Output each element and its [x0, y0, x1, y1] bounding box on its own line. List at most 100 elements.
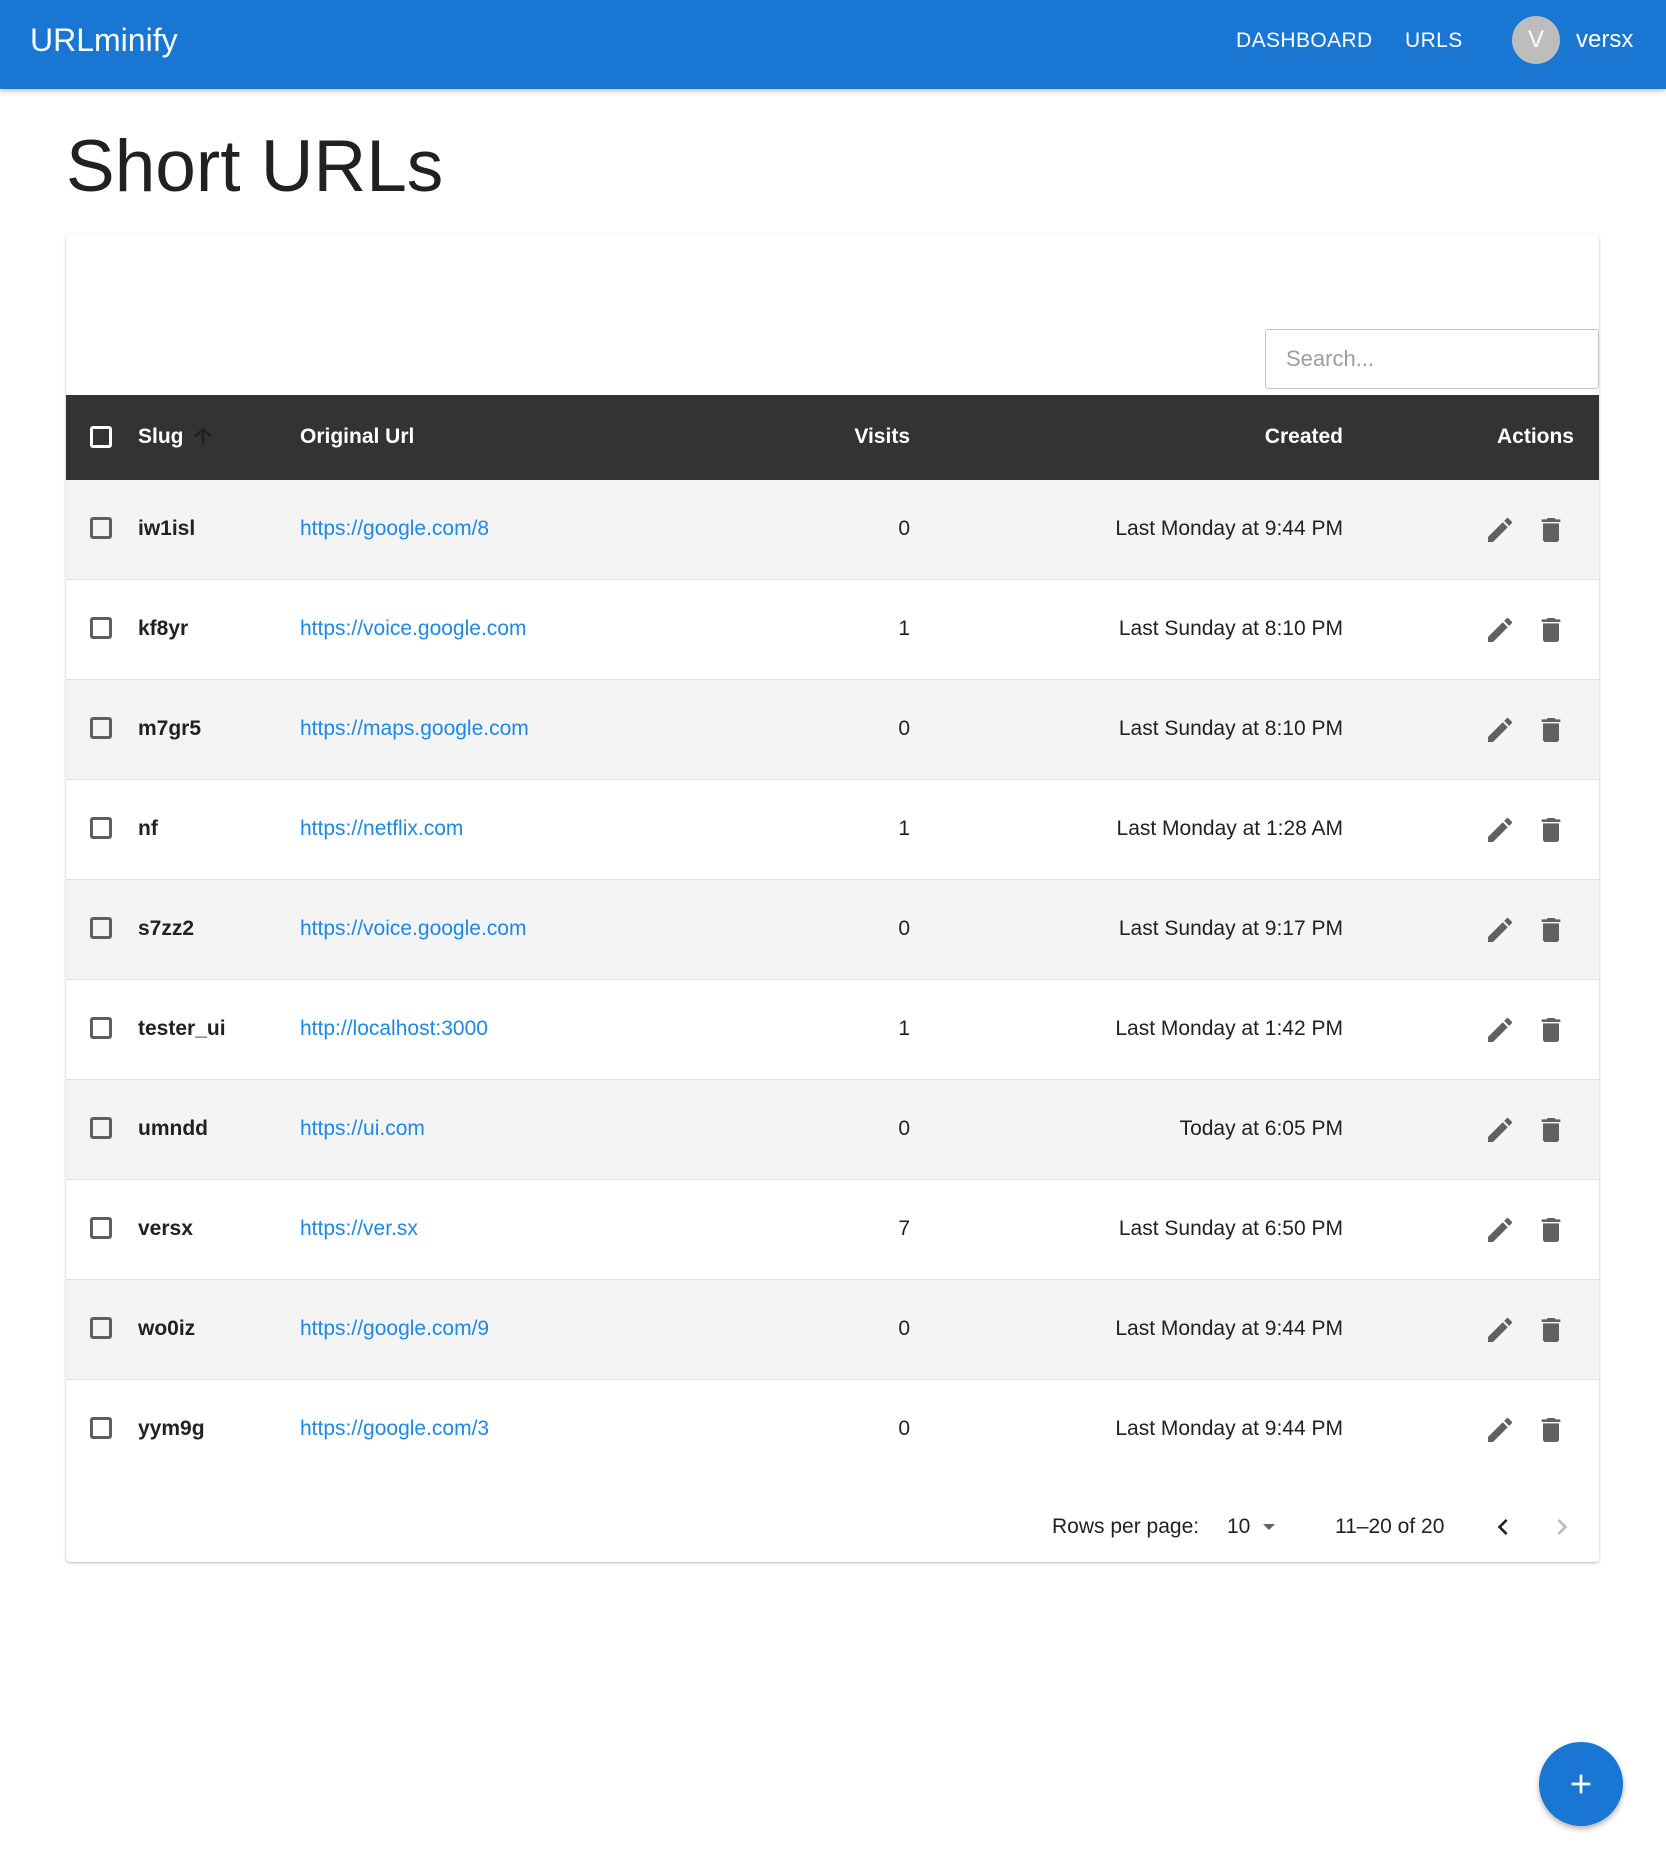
- visits-cell: 7: [898, 1217, 910, 1240]
- select-all-checkbox[interactable]: [90, 426, 112, 448]
- trash-icon[interactable]: [1535, 914, 1567, 946]
- search-input[interactable]: [1265, 329, 1599, 389]
- app-bar: URLminify DASHBOARD URLS V versx: [0, 0, 1666, 89]
- visits-cell: 1: [898, 817, 910, 840]
- rows-per-page-select[interactable]: 10: [1227, 1512, 1287, 1542]
- created-cell: Last Sunday at 8:10 PM: [1118, 717, 1343, 740]
- trash-icon[interactable]: [1535, 514, 1567, 546]
- table-row[interactable]: iw1isl https://google.com/8 0 Last Monday a…: [66, 480, 1599, 580]
- trash-icon[interactable]: [1535, 814, 1567, 846]
- trash-icon[interactable]: [1535, 1214, 1567, 1246]
- rows-per-page-value: 10: [1227, 1515, 1251, 1538]
- created-cell: Last Monday at 9:44 PM: [1115, 1417, 1343, 1440]
- row-checkbox[interactable]: [90, 1217, 112, 1239]
- pencil-icon[interactable]: [1484, 514, 1516, 546]
- row-checkbox[interactable]: [90, 1117, 112, 1139]
- table-row[interactable]: wo0iz https://google.com/9 0 Last Monday at…: [66, 1280, 1599, 1380]
- column-header-original-url[interactable]: Original Url: [300, 422, 414, 452]
- chevron-left-icon[interactable]: [1487, 1511, 1519, 1543]
- username[interactable]: versx: [1576, 24, 1633, 56]
- original-url-link[interactable]: https://netflix.com: [300, 814, 463, 844]
- original-url-link[interactable]: https://google.com/9: [300, 1314, 489, 1344]
- pencil-icon[interactable]: [1484, 1114, 1516, 1146]
- nav-urls[interactable]: URLS: [1405, 26, 1463, 56]
- slug-cell: kf8yr: [138, 617, 189, 640]
- original-url-link[interactable]: https://maps.google.com: [300, 714, 529, 744]
- table-row[interactable]: nf https://netflix.com 1 Last Monday at 1:2…: [66, 780, 1599, 880]
- trash-icon[interactable]: [1535, 1314, 1567, 1346]
- table-row[interactable]: kf8yr https://voice.google.com 1 Last Sunda…: [66, 580, 1599, 680]
- chevron-right-icon[interactable]: [1546, 1511, 1578, 1543]
- slug-cell: m7gr5: [138, 717, 202, 740]
- column-header-slug[interactable]: Slug: [138, 422, 184, 452]
- pencil-icon[interactable]: [1484, 1014, 1516, 1046]
- created-cell: Last Sunday at 6:50 PM: [1118, 1217, 1343, 1240]
- created-cell: Last Monday at 1:42 PM: [1115, 1017, 1343, 1040]
- trash-icon[interactable]: [1535, 1414, 1567, 1446]
- created-cell: Last Monday at 9:44 PM: [1115, 517, 1343, 540]
- add-url-button[interactable]: [1539, 1742, 1623, 1826]
- column-header-visits[interactable]: Visits: [854, 422, 910, 452]
- trash-icon[interactable]: [1535, 614, 1567, 646]
- pencil-icon[interactable]: [1484, 814, 1516, 846]
- row-checkbox[interactable]: [90, 517, 112, 539]
- table-row[interactable]: versx https://ver.sx 7 Last Sunday at 6:50 …: [66, 1180, 1599, 1280]
- nav-dashboard[interactable]: DASHBOARD: [1236, 26, 1373, 56]
- table-row[interactable]: umndd https://ui.com 0 Today at 6:05 PM: [66, 1080, 1599, 1180]
- original-url-link[interactable]: https://google.com/3: [300, 1414, 489, 1444]
- slug-cell: wo0iz: [138, 1317, 196, 1340]
- trash-icon[interactable]: [1535, 1114, 1567, 1146]
- created-cell: Last Monday at 1:28 AM: [1116, 817, 1343, 840]
- visits-cell: 0: [898, 517, 910, 540]
- slug-cell: iw1isl: [138, 517, 196, 540]
- row-checkbox[interactable]: [90, 1017, 112, 1039]
- row-checkbox[interactable]: [90, 1417, 112, 1439]
- slug-cell: yym9g: [138, 1417, 205, 1440]
- trash-icon[interactable]: [1535, 714, 1567, 746]
- pencil-icon[interactable]: [1484, 1214, 1516, 1246]
- original-url-link[interactable]: https://ver.sx: [300, 1214, 418, 1244]
- slug-cell: versx: [138, 1217, 193, 1240]
- table-row[interactable]: yym9g https://google.com/3 0 Last Monday at…: [66, 1380, 1599, 1480]
- table-row[interactable]: tester_ui http://localhost:3000 1 Last Mond…: [66, 980, 1599, 1080]
- original-url-link[interactable]: https://ui.com: [300, 1114, 425, 1144]
- created-cell: Today at 6:05 PM: [1179, 1117, 1343, 1140]
- pencil-icon[interactable]: [1484, 614, 1516, 646]
- row-checkbox[interactable]: [90, 717, 112, 739]
- row-checkbox[interactable]: [90, 617, 112, 639]
- visits-cell: 1: [898, 617, 910, 640]
- trash-icon[interactable]: [1535, 1014, 1567, 1046]
- original-url-link[interactable]: http://localhost:3000: [300, 1014, 488, 1044]
- visits-cell: 0: [898, 717, 910, 740]
- sort-ascending-icon[interactable]: [190, 423, 216, 449]
- pencil-icon[interactable]: [1484, 714, 1516, 746]
- pagination-range: 11–20 of 20: [1335, 1515, 1445, 1538]
- created-cell: Last Monday at 9:44 PM: [1115, 1317, 1343, 1340]
- column-header-created[interactable]: Created: [1265, 422, 1343, 452]
- avatar[interactable]: V: [1512, 16, 1560, 64]
- app-brand[interactable]: URLminify: [30, 20, 178, 60]
- plus-icon: [1571, 1774, 1591, 1794]
- row-checkbox[interactable]: [90, 917, 112, 939]
- original-url-link[interactable]: https://google.com/8: [300, 514, 489, 544]
- table-header: Slug Original Url Visits Created Actions: [66, 395, 1599, 480]
- rows-per-page-label: Rows per page:: [1052, 1515, 1200, 1538]
- page-title: Short URLs: [66, 126, 444, 207]
- row-checkbox[interactable]: [90, 817, 112, 839]
- original-url-link[interactable]: https://voice.google.com: [300, 614, 526, 644]
- dropdown-arrow-icon: [1263, 1524, 1275, 1530]
- created-cell: Last Sunday at 8:10 PM: [1118, 617, 1343, 640]
- slug-cell: s7zz2: [138, 917, 195, 940]
- visits-cell: 0: [898, 1117, 910, 1140]
- row-checkbox[interactable]: [90, 1317, 112, 1339]
- urls-table-card: Slug Original Url Visits Created Actions…: [66, 234, 1599, 1562]
- slug-cell: nf: [138, 817, 158, 840]
- pencil-icon[interactable]: [1484, 1314, 1516, 1346]
- original-url-link[interactable]: https://voice.google.com: [300, 914, 526, 944]
- pencil-icon[interactable]: [1484, 914, 1516, 946]
- table-row[interactable]: m7gr5 https://maps.google.com 0 Last Sunday…: [66, 680, 1599, 780]
- pagination: Rows per page: 10 11–20 of 20: [66, 1502, 1599, 1552]
- pencil-icon[interactable]: [1484, 1414, 1516, 1446]
- visits-cell: 1: [898, 1017, 910, 1040]
- table-row[interactable]: s7zz2 https://voice.google.com 0 Last Sunda…: [66, 880, 1599, 980]
